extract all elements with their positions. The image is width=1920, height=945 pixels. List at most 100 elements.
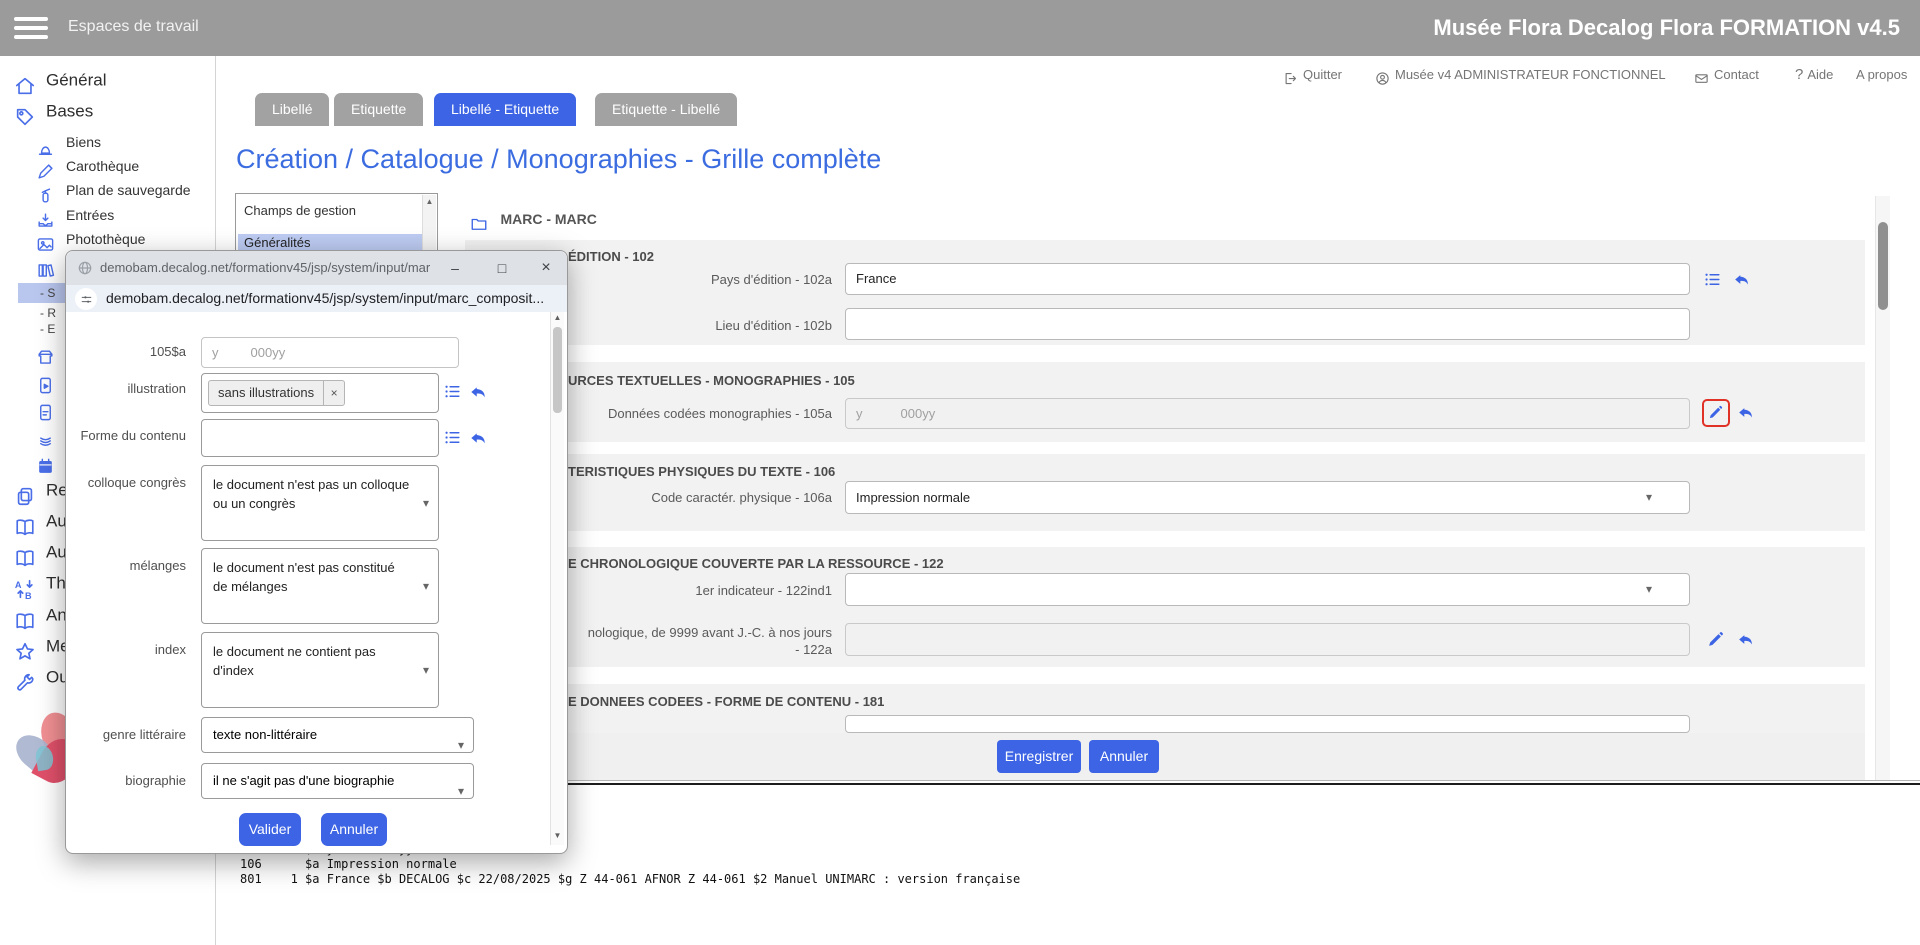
input-181-clipped[interactable]	[845, 715, 1690, 733]
popup-label-105a: 105$a	[72, 344, 186, 359]
sidebar-item-an[interactable]: An	[14, 605, 67, 631]
select-1er-indicateur-122ind1[interactable]: ▾	[845, 573, 1690, 606]
site-settings-icon-circle[interactable]	[75, 288, 97, 310]
undo-icon[interactable]	[468, 428, 488, 448]
popup-url-bar: demobam.decalog.net/formationv45/jsp/sys…	[66, 285, 567, 312]
undo-icon[interactable]	[1732, 270, 1751, 289]
sidebar-subitem-r[interactable]: - R	[40, 306, 56, 321]
section-title-122: E CHRONOLOGIQUE COUVERTE PAR LA RESSOURC…	[568, 556, 944, 571]
popup-select-colloque[interactable]: le document n'est pas un colloqueou un c…	[201, 465, 439, 541]
sidebar-item-re[interactable]: Re	[14, 480, 68, 506]
tab-etiquette-libelle[interactable]: Etiquette - Libellé	[595, 93, 737, 126]
popup-input-105a[interactable]: y000yy	[201, 337, 459, 368]
sidebar-item-entrees[interactable]: Entrées	[36, 207, 114, 228]
scroll-down-icon[interactable]: ▼	[551, 831, 564, 844]
books-icon	[36, 261, 55, 280]
popup-input-illustration[interactable]: sans illustrations ×	[201, 373, 439, 413]
tune-icon	[80, 293, 93, 306]
popup-select-melanges[interactable]: le document n'est pas constituéde mélang…	[201, 548, 439, 624]
maximize-button[interactable]: □	[490, 256, 514, 280]
scroll-up-icon[interactable]: ▲	[426, 197, 434, 206]
tag-icon	[14, 106, 36, 128]
sidebar-item-stack[interactable]	[36, 427, 66, 448]
input-pays-edition-102a[interactable]: France	[845, 263, 1690, 295]
sidebar-item-phototheque[interactable]: Photothèque	[36, 231, 145, 252]
scroll-up-icon[interactable]: ▲	[551, 313, 564, 326]
marc-composite-popup-window: demobam.decalog.net/formationv45/jsp/sys…	[65, 250, 568, 854]
user-account-link[interactable]: Musée v4 ADMINISTRATEUR FONCTIONNEL	[1375, 64, 1666, 86]
sidebar-item-plan-sauvegarde[interactable]: Plan de sauvegarde	[36, 182, 191, 203]
chip-remove-icon[interactable]: ×	[323, 381, 344, 405]
tray-download-icon	[36, 211, 55, 230]
hamburger-menu-icon[interactable]	[14, 17, 48, 39]
undo-icon[interactable]	[468, 382, 488, 402]
folder-icon	[470, 215, 488, 233]
sidebar-item-media-file[interactable]	[36, 372, 66, 393]
popup-label-colloque: colloque congrès	[72, 475, 186, 490]
close-icon[interactable]: ×	[534, 256, 558, 280]
popup-scrollbar[interactable]: ▲ ▼	[550, 312, 564, 845]
label-1er-indicateur-122ind1: 1er indicateur - 122ind1	[532, 583, 832, 598]
popup-annuler-button[interactable]: Annuler	[321, 813, 387, 846]
contact-link[interactable]: Contact	[1694, 64, 1759, 86]
valider-button[interactable]: Valider	[239, 813, 301, 846]
workspace-label[interactable]: Espaces de travail	[68, 18, 199, 36]
popup-input-forme-contenu[interactable]	[201, 419, 439, 457]
popup-scrollbar-thumb[interactable]	[553, 327, 562, 413]
tab-etiquette[interactable]: Etiquette	[334, 93, 423, 126]
app-title: Musée Flora Decalog Flora FORMATION v4.5	[1433, 15, 1900, 41]
apropos-link[interactable]: A propos	[1856, 64, 1907, 86]
top-bar: Espaces de travail Musée Flora Decalog F…	[0, 0, 1920, 56]
listbox-scrollbar[interactable]: ▲	[422, 195, 436, 251]
input-periode-122a[interactable]	[845, 623, 1690, 656]
popup-window-title: demobam.decalog.net/formationv45/jsp/sys…	[100, 260, 430, 275]
pencil-edit-highlighted[interactable]	[1702, 399, 1730, 427]
minimize-button[interactable]: –	[443, 256, 467, 280]
tab-libelle-etiquette[interactable]: Libellé - Etiquette	[434, 93, 576, 126]
pen-icon	[36, 162, 55, 181]
globe-icon	[77, 260, 93, 276]
star-icon	[14, 641, 36, 663]
annuler-button[interactable]: Annuler	[1089, 740, 1159, 773]
sidebar-item-box[interactable]	[36, 344, 66, 365]
sidebar-item-general[interactable]: Général	[14, 70, 106, 96]
popup-select-index[interactable]: le document ne contient pasd'index ▾	[201, 632, 439, 708]
input-lieu-edition-102b[interactable]	[845, 308, 1690, 340]
bell-jar-icon	[36, 138, 55, 157]
sidebar-item-carotheque[interactable]: Carothèque	[36, 158, 139, 179]
pencil-icon[interactable]	[1706, 630, 1725, 649]
undo-icon[interactable]	[1736, 403, 1755, 422]
sidebar-item-ou[interactable]: Ou	[14, 667, 69, 693]
sidebar-item-calendar[interactable]	[36, 453, 66, 474]
sidebar-item-bibliotheque[interactable]	[36, 257, 66, 278]
popup-select-genre[interactable]: texte non-littéraire ▾	[201, 717, 474, 753]
sidebar-item-th[interactable]: ABTh	[14, 573, 66, 599]
tab-libelle[interactable]: Libellé	[255, 93, 329, 126]
label-donnees-codees-105a: Données codées monographies - 105a	[532, 406, 832, 421]
sidebar-item-me[interactable]: Me	[14, 636, 70, 662]
sidebar-subitem-e[interactable]: - E	[40, 322, 55, 337]
enregistrer-button[interactable]: Enregistrer	[997, 740, 1081, 773]
chevron-down-icon: ▾	[1646, 482, 1652, 513]
sidebar-subitem-selected[interactable]: - S	[40, 286, 55, 301]
list-icon[interactable]	[443, 382, 462, 401]
quitter-link[interactable]: Quitter	[1283, 64, 1342, 86]
list-icon[interactable]	[1703, 270, 1722, 289]
select-code-physique-106a[interactable]: Impression normale ▾	[845, 481, 1690, 514]
list-icon[interactable]	[443, 428, 462, 447]
listbox-option-champs-gestion[interactable]: Champs de gestion	[244, 203, 356, 218]
sidebar-item-document[interactable]	[36, 399, 66, 420]
main-scrollbar-thumb[interactable]	[1878, 222, 1888, 310]
sidebar-item-biens[interactable]: Biens	[36, 134, 101, 155]
aide-link[interactable]: ?Aide	[1795, 64, 1833, 86]
popup-url-text[interactable]: demobam.decalog.net/formationv45/jsp/sys…	[106, 290, 544, 306]
popup-label-illustration: illustration	[72, 381, 186, 396]
sidebar-item-au1[interactable]: Au	[14, 511, 67, 537]
input-donnees-codees-105a[interactable]: y000yy	[845, 398, 1690, 429]
sidebar-item-bases[interactable]: Bases	[14, 101, 93, 127]
main-scrollbar[interactable]	[1875, 196, 1890, 780]
sidebar-item-au2[interactable]: Au	[14, 542, 67, 568]
undo-icon[interactable]	[1736, 630, 1755, 649]
popup-title-bar[interactable]: demobam.decalog.net/formationv45/jsp/sys…	[66, 251, 567, 286]
popup-select-biographie[interactable]: il ne s'agit pas d'une biographie ▾	[201, 763, 474, 799]
